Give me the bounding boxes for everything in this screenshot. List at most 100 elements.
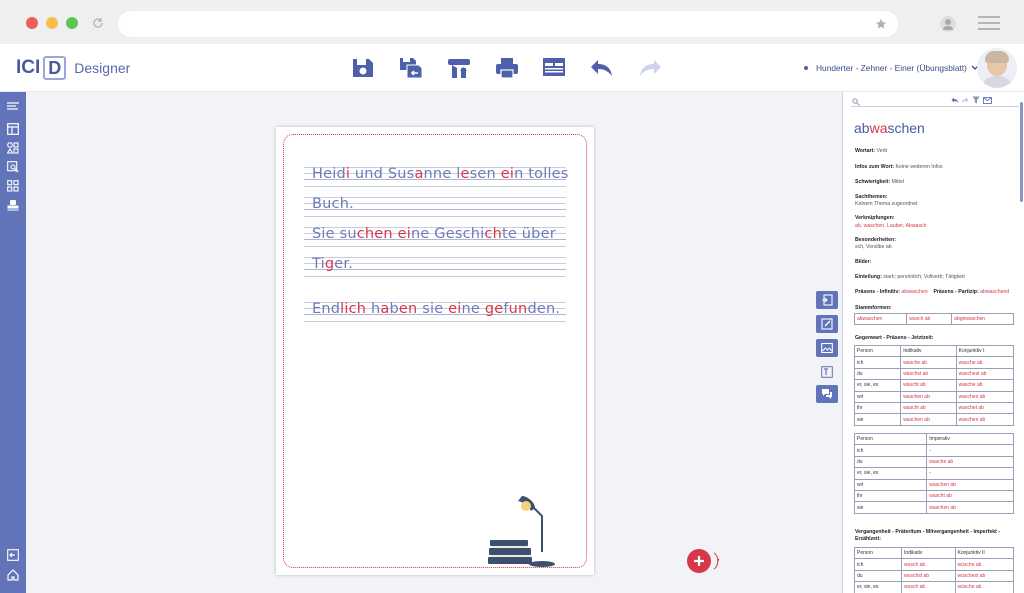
sachthemen-value: Keinem Thema zugeordnet xyxy=(855,201,918,207)
upload-icon xyxy=(448,59,470,78)
table-header-row: Person Indikativ Konjunktiv I xyxy=(853,344,1015,358)
home-icon xyxy=(7,569,19,581)
editor-canvas[interactable]: Heidi und Susanne lesen ein tolles Buch. S… xyxy=(26,92,842,593)
mail-icon[interactable] xyxy=(983,97,992,104)
praesens-inf-value: abwaschen xyxy=(901,289,928,295)
panel-undo-icon[interactable] xyxy=(951,97,959,104)
close-window-button[interactable] xyxy=(26,17,38,29)
text-segment: den. xyxy=(527,301,561,317)
redo-button[interactable] xyxy=(637,56,663,80)
table-cell: wüsche ab xyxy=(954,558,1015,571)
table-cell: waschen ab xyxy=(900,413,957,426)
text-segment: und Sus xyxy=(350,166,415,182)
worksheet-text-line[interactable]: Buch. xyxy=(312,196,354,212)
image-button[interactable] xyxy=(816,339,838,357)
search-image-tool-button[interactable] xyxy=(6,160,20,174)
writing-guide-line xyxy=(304,186,566,187)
highlighted-syllable: ge xyxy=(484,301,504,317)
table-cell: wasche ab xyxy=(926,455,1014,469)
reload-icon[interactable] xyxy=(92,17,104,29)
edit-icon xyxy=(821,318,833,330)
panel-redo-icon[interactable] xyxy=(961,97,969,104)
logo: ICI D Designer xyxy=(16,54,130,82)
worksheet-text-line[interactable]: Sie suchen eine Geschichte über xyxy=(312,226,556,242)
save-as-button[interactable] xyxy=(398,56,424,80)
minimize-window-button[interactable] xyxy=(46,17,58,29)
search-icon[interactable] xyxy=(852,98,860,106)
praesens-row: Präsens - Infinitiv: abwaschen Präsens -… xyxy=(855,289,1009,295)
logout-button[interactable] xyxy=(6,548,20,562)
text-box-button[interactable] xyxy=(816,363,838,381)
vergangenheit-label: Vergangenheit - Präteritum - Mitvergange… xyxy=(855,529,1015,543)
save-button[interactable] xyxy=(350,56,376,80)
panel-scrollbar[interactable] xyxy=(1020,102,1023,202)
highlighted-syllable: lich xyxy=(340,301,367,317)
table-row: ihr wascht ab waschet ab xyxy=(853,401,1015,415)
table-cell: wascht ab xyxy=(926,489,1014,503)
table-header-cell: Konjunktiv I xyxy=(955,344,1015,358)
table-cell: du xyxy=(853,455,928,469)
table-cell: ihr xyxy=(853,401,902,415)
table-header-cell: Konjunktiv II xyxy=(954,546,1015,560)
verknuepfungen-label: Verknüpfungen: xyxy=(855,215,894,221)
praesens-part-value: abwaschend xyxy=(980,289,1010,295)
home-button[interactable] xyxy=(6,568,20,582)
shapes-tool-button[interactable] xyxy=(6,141,20,155)
word-suffix: schen xyxy=(887,120,925,136)
table-cell: wäschst ab xyxy=(900,367,957,381)
schwierigkeit-row: Schwierigkeit: Mittel xyxy=(855,179,904,185)
worksheet-page[interactable]: Heidi und Susanne lesen ein tolles Buch. S… xyxy=(276,127,594,575)
avatar[interactable] xyxy=(977,48,1017,88)
worksheet-text-line[interactable]: Tiger. xyxy=(312,256,353,272)
grid-tool-button[interactable] xyxy=(6,179,20,193)
table-cell: wir xyxy=(853,478,928,491)
wortart-value: Verb xyxy=(876,148,888,154)
einteilung-value: stark; persönlich; Vollverb; Tätigkeit xyxy=(883,274,965,280)
add-element-button[interactable] xyxy=(687,549,711,573)
stammform-cell: abwaschen xyxy=(853,312,908,326)
worksheet-title-dropdown[interactable]: Hunderter - Zehner - Einer (Übungsblatt) xyxy=(816,61,979,75)
stammformen-label: Stammformen: xyxy=(855,305,892,311)
praesens-inf-label: Präsens - Infinitiv: xyxy=(855,289,900,295)
worksheet-text-line[interactable]: Heidi und Susanne lesen ein tolles xyxy=(312,166,569,182)
layout-tool-button[interactable] xyxy=(6,122,20,136)
print-button[interactable] xyxy=(494,56,520,80)
infos-row: Infos zum Wort: Keine weiteren Infos xyxy=(855,164,943,170)
insert-word-button[interactable] xyxy=(816,291,838,309)
text-segment: n tolles xyxy=(514,166,569,182)
comment-button[interactable] xyxy=(816,385,838,403)
status-dot xyxy=(804,66,808,70)
verknuepfungen-value[interactable]: ab, waschen, Lauber, Abwasch xyxy=(855,223,927,229)
besonderheiten-label: Besonderheiten: xyxy=(855,237,896,243)
text-segment: ne xyxy=(461,301,485,317)
gegenwart-table: Person Indikativ Konjunktiv Iich wasche ab w… xyxy=(853,344,1015,426)
edit-button[interactable] xyxy=(816,315,838,333)
table-cell: waschen ab xyxy=(926,478,1014,491)
bookmark-star-icon[interactable] xyxy=(875,18,887,30)
vergangenheit-label-text: Vergangenheit - Präteritum - Mitvergange… xyxy=(855,529,1000,542)
print-icon xyxy=(496,58,518,79)
table-header-row: Person Indikativ Konjunktiv II xyxy=(853,546,1015,560)
undo-button[interactable] xyxy=(589,56,615,80)
worksheet-text-line[interactable]: Endlich haben sie eine gefunden. xyxy=(312,301,560,317)
gegenwart-label-text: Gegenwart - Präsens - Jetztzeit: xyxy=(855,335,934,341)
logo-d: D xyxy=(48,58,62,78)
filter-icon[interactable] xyxy=(972,96,980,104)
table-cell: waschet ab xyxy=(955,401,1015,415)
table-cell: ihr xyxy=(853,489,928,503)
stamp-tool-button[interactable] xyxy=(6,198,20,212)
wortart-label: Wortart: xyxy=(855,148,876,154)
address-bar[interactable] xyxy=(118,11,898,37)
upload-button[interactable] xyxy=(446,56,472,80)
text-tool-button[interactable] xyxy=(6,100,20,114)
add-menu-arrow-icon[interactable] xyxy=(713,551,721,571)
profile-icon[interactable] xyxy=(940,16,956,32)
highlighted-syllable: a xyxy=(414,166,424,182)
writing-guide-line xyxy=(304,321,566,322)
maximize-window-button[interactable] xyxy=(66,17,78,29)
image-search-icon xyxy=(7,161,19,173)
table-cell: ich xyxy=(853,444,928,457)
preview-button[interactable] xyxy=(541,56,567,80)
wortart-row: Wortart: Verb xyxy=(855,148,887,154)
menu-icon[interactable] xyxy=(978,16,1000,30)
